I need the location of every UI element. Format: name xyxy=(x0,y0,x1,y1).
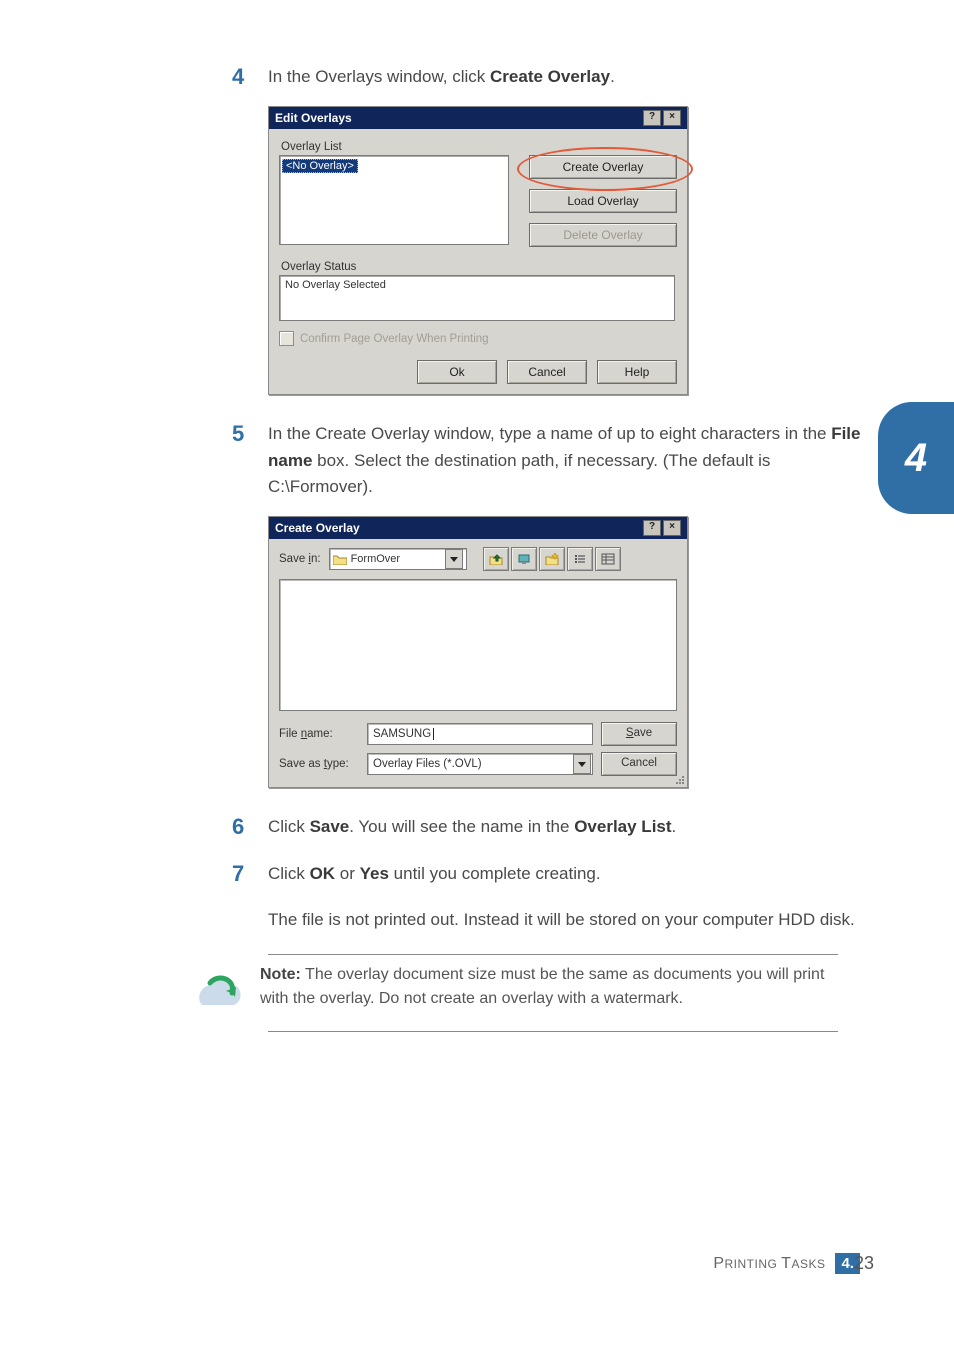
list-view-icon[interactable] xyxy=(567,547,593,571)
note-text: Note: The overlay document size must be … xyxy=(260,963,872,1023)
page-footer: PRINTING TASKS 4.23 xyxy=(713,1253,874,1274)
details-view-icon[interactable] xyxy=(595,547,621,571)
text: Click xyxy=(268,864,310,883)
new-folder-icon[interactable] xyxy=(539,547,565,571)
save-in-dropdown[interactable]: FormOver xyxy=(329,548,467,570)
file-list-pane[interactable] xyxy=(279,579,677,711)
bold: Save xyxy=(310,817,350,836)
save-as-type-label: Save as type: xyxy=(279,758,359,770)
dialog-title: Edit Overlays xyxy=(275,111,641,125)
save-in-label: Save in: xyxy=(279,553,321,565)
footer-section: PRINTING TASKS xyxy=(713,1255,825,1273)
load-overlay-button[interactable]: Load Overlay xyxy=(529,189,677,213)
step-text: Click Save. You will see the name in the… xyxy=(268,814,872,840)
text: or xyxy=(335,864,360,883)
text: box. Select the destination path, if nec… xyxy=(268,451,770,496)
resize-grip-icon[interactable] xyxy=(673,773,685,785)
step-text: In the Create Overlay window, type a nam… xyxy=(268,421,872,500)
bold: Create Overlay xyxy=(490,67,610,86)
step-number: 6 xyxy=(232,814,268,840)
page-number: 4.23 xyxy=(835,1253,874,1274)
step-text: In the Overlays window, click Create Ove… xyxy=(268,64,872,90)
dialog-bottom-buttons: Ok Cancel Help xyxy=(279,360,677,384)
edit-overlays-dialog: Edit Overlays ? × Overlay List <No Overl… xyxy=(268,106,688,395)
bold: Yes xyxy=(360,864,389,883)
note-icon xyxy=(190,963,250,1023)
content-column: 4 In the Overlays window, click Create O… xyxy=(232,64,872,1040)
help-button[interactable]: Help xyxy=(597,360,677,384)
note-block: Note: The overlay document size must be … xyxy=(190,963,872,1023)
step-text: Click OK or Yes until you complete creat… xyxy=(268,861,872,934)
bold: OK xyxy=(310,864,336,883)
text: In the Overlays window, click xyxy=(268,67,490,86)
text: Click xyxy=(268,817,310,836)
file-name-input[interactable]: SAMSUNG xyxy=(367,723,593,745)
create-overlay-dialog: Create Overlay ? × Save in: FormOver xyxy=(268,516,688,788)
step-4: 4 In the Overlays window, click Create O… xyxy=(232,64,872,90)
page: 4 In the Overlays window, click Create O… xyxy=(0,0,954,1346)
cancel-button[interactable]: Cancel xyxy=(507,360,587,384)
rule xyxy=(268,954,838,955)
save-as-type-dropdown[interactable]: Overlay Files (*.OVL) xyxy=(367,753,593,775)
step-number: 5 xyxy=(232,421,268,500)
file-name-value: SAMSUNG xyxy=(373,728,431,740)
save-as-type-value: Overlay Files (*.OVL) xyxy=(373,758,482,770)
dialog-title: Create Overlay xyxy=(275,521,641,535)
overlay-status-text: No Overlay Selected xyxy=(285,279,386,291)
text: until you complete creating. xyxy=(389,864,601,883)
save-in-value: FormOver xyxy=(351,553,401,565)
step-number: 7 xyxy=(232,861,268,934)
create-overlay-button[interactable]: Create Overlay xyxy=(529,155,677,179)
step-number: 4 xyxy=(232,64,268,90)
confirm-checkbox xyxy=(279,331,294,346)
text: . xyxy=(610,67,615,86)
dialog-titlebar: Edit Overlays ? × xyxy=(269,107,687,129)
list-item[interactable]: <No Overlay> xyxy=(282,159,358,173)
chapter-number: 4 xyxy=(905,436,927,481)
overlay-status-label: Overlay Status xyxy=(281,261,677,273)
cancel-button[interactable]: Cancel xyxy=(601,752,677,776)
file-name-row: File name: SAMSUNG Save xyxy=(275,719,681,749)
folder-icon xyxy=(333,554,347,565)
save-as-type-row: Save as type: Overlay Files (*.OVL) Canc… xyxy=(275,749,681,779)
dropdown-arrow-icon[interactable] xyxy=(445,549,463,569)
file-name-label: File name: xyxy=(279,728,359,740)
text: . xyxy=(672,817,677,836)
close-title-button[interactable]: × xyxy=(663,520,681,536)
save-in-row: Save in: FormOver xyxy=(275,545,681,579)
step-5: 5 In the Create Overlay window, type a n… xyxy=(232,421,872,500)
step-7: 7 Click OK or Yes until you complete cre… xyxy=(232,861,872,934)
up-one-level-icon[interactable] xyxy=(483,547,509,571)
chapter-tab: 4 xyxy=(878,402,954,514)
delete-overlay-button: Delete Overlay xyxy=(529,223,677,247)
confirm-checkbox-label: Confirm Page Overlay When Printing xyxy=(300,333,489,345)
bold: Overlay List xyxy=(574,817,671,836)
overlay-status-box: No Overlay Selected xyxy=(279,275,675,321)
dropdown-arrow-icon[interactable] xyxy=(573,754,591,774)
text-caret xyxy=(433,728,434,740)
text: . You will see the name in the xyxy=(349,817,574,836)
overlay-list-row: <No Overlay> Create Overlay Load Overlay… xyxy=(279,155,677,247)
save-button[interactable]: Save xyxy=(601,722,677,746)
rule xyxy=(268,1031,838,1032)
close-title-button[interactable]: × xyxy=(663,110,681,126)
dialog-body: Save in: FormOver xyxy=(269,539,687,787)
overlay-listbox[interactable]: <No Overlay> xyxy=(279,155,509,245)
desktop-icon[interactable] xyxy=(511,547,537,571)
text: The file is not printed out. Instead it … xyxy=(268,907,872,933)
ok-button[interactable]: Ok xyxy=(417,360,497,384)
button-column: Create Overlay Load Overlay Delete Overl… xyxy=(509,155,677,247)
confirm-checkbox-row: Confirm Page Overlay When Printing xyxy=(279,331,677,346)
toolbar-icons xyxy=(483,547,621,571)
help-title-button[interactable]: ? xyxy=(643,110,661,126)
page-number-minor: 23 xyxy=(854,1253,874,1274)
text: In the Create Overlay window, type a nam… xyxy=(268,424,831,443)
overlay-list-label: Overlay List xyxy=(281,141,677,153)
step-6: 6 Click Save. You will see the name in t… xyxy=(232,814,872,840)
note-label: Note: xyxy=(260,966,301,983)
help-title-button[interactable]: ? xyxy=(643,520,661,536)
dialog-body: Overlay List <No Overlay> Create Overlay… xyxy=(269,129,687,394)
dialog-titlebar: Create Overlay ? × xyxy=(269,517,687,539)
note-body: The overlay document size must be the sa… xyxy=(260,966,824,1007)
